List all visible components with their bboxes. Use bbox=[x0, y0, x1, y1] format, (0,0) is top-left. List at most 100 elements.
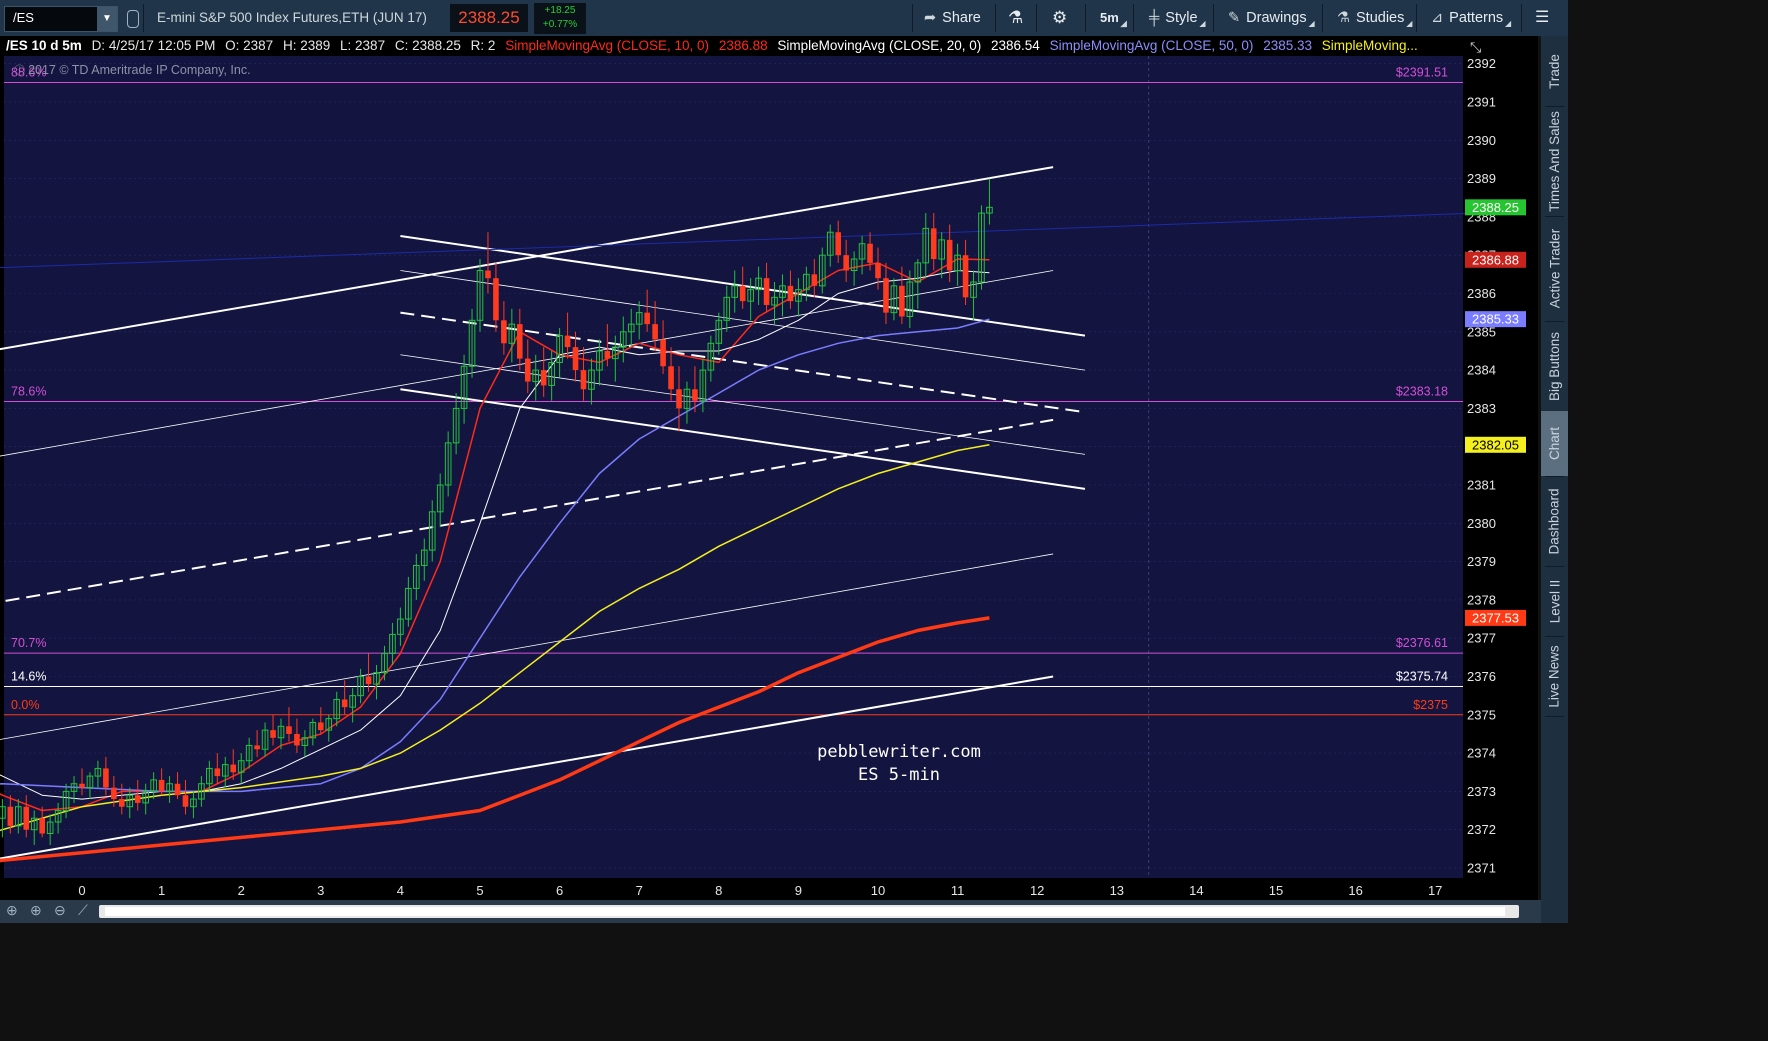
price-badge-label: 2382.05 bbox=[1472, 437, 1519, 452]
y-tick-label: 2376 bbox=[1467, 669, 1496, 684]
zoom-in-icon[interactable]: ⊕ bbox=[30, 902, 42, 919]
x-tick-label: 15 bbox=[1269, 883, 1283, 898]
y-tick-label: 2377 bbox=[1467, 631, 1496, 646]
change-absolute: +18.25 bbox=[544, 5, 576, 16]
patterns-button[interactable]: ⊿ Patterns ◢ bbox=[1431, 0, 1511, 36]
drawings-button[interactable]: ✎ Drawings ◢ bbox=[1228, 0, 1315, 36]
time-scrollbar[interactable] bbox=[99, 905, 1519, 918]
share-icon: ➦ bbox=[924, 10, 937, 26]
zoom-out-icon[interactable]: ⊖ bbox=[54, 902, 66, 919]
copyright-icon: ⓘ bbox=[14, 64, 28, 77]
symbol-input[interactable]: /ES ▼ bbox=[4, 6, 118, 32]
x-tick-label: 16 bbox=[1348, 883, 1362, 898]
x-tick-label: 1 bbox=[158, 883, 165, 898]
change-percent: +0.77% bbox=[542, 19, 578, 30]
timeframe-button[interactable]: 5m ◢ bbox=[1100, 0, 1127, 36]
tab-divider bbox=[1545, 716, 1564, 717]
right-tab-bar: Trade Times And Sales Active Trader Big But… bbox=[1541, 36, 1568, 923]
candle-body bbox=[660, 339, 666, 367]
gear-icon[interactable]: ⚙ bbox=[1052, 0, 1067, 36]
candle-body bbox=[843, 255, 849, 271]
y-tick-label: 2386 bbox=[1467, 286, 1496, 301]
price-chart[interactable]: 88.6% $2391.5178.6% $2383.1870.7% $2376.611… bbox=[0, 36, 1538, 901]
x-tick-label: 0 bbox=[78, 883, 85, 898]
candle-body bbox=[23, 806, 30, 830]
bar-open: O: 2387 bbox=[225, 38, 274, 53]
candle-body bbox=[270, 730, 276, 738]
sma20-value: 2386.54 bbox=[991, 38, 1040, 53]
study-info-bar: /ES 10 d 5m D: 4/25/17 12:05 PM O: 2387 … bbox=[0, 36, 1463, 56]
collapse-icon[interactable]: ⤡ bbox=[1470, 39, 1481, 55]
y-tick-label: 2373 bbox=[1467, 784, 1496, 799]
tab-trade[interactable]: Trade bbox=[1541, 36, 1568, 106]
copyright-text: ⓘ 2017 © TD Ameritrade IP Company, Inc. bbox=[14, 63, 251, 77]
tab-dashboard[interactable]: Dashboard bbox=[1541, 476, 1568, 566]
fib-level-pct: 70.7% bbox=[11, 636, 46, 650]
tab-label: Times And Sales bbox=[1547, 110, 1563, 212]
price-change: +18.25 +0.77% bbox=[534, 3, 586, 34]
instrument-description: E-mini S&P 500 Index Futures,ETH (JUN 17… bbox=[157, 10, 427, 25]
y-tick-label: 2380 bbox=[1467, 516, 1496, 531]
fib-level-price: $2375 bbox=[1413, 698, 1448, 712]
patterns-icon: ⊿ bbox=[1431, 10, 1444, 26]
fib-level-price: $2376.61 bbox=[1396, 636, 1448, 650]
menu-icon[interactable]: ☰ bbox=[1535, 0, 1549, 36]
x-tick-label: 4 bbox=[397, 883, 404, 898]
draw-line-icon[interactable]: ⟋ bbox=[78, 902, 88, 919]
candle-body bbox=[604, 350, 611, 359]
candle-body bbox=[294, 733, 300, 746]
fib-level-price: $2391.51 bbox=[1396, 65, 1448, 79]
sma-more-label[interactable]: SimpleMoving... bbox=[1322, 38, 1418, 53]
tab-label: Trade bbox=[1547, 53, 1563, 89]
divider bbox=[143, 4, 144, 32]
tab-label: Dashboard bbox=[1547, 487, 1563, 555]
sma20-label[interactable]: SimpleMovingAvg (CLOSE, 20, 0) bbox=[777, 38, 981, 53]
candle-body bbox=[580, 370, 587, 390]
tab-times-and-sales[interactable]: Times And Sales bbox=[1541, 106, 1568, 216]
scroll-thumb[interactable] bbox=[105, 907, 1505, 916]
x-tick-label: 14 bbox=[1189, 883, 1203, 898]
symbol-dropdown-icon[interactable]: ▼ bbox=[97, 7, 117, 31]
divider bbox=[1521, 4, 1522, 32]
tab-active-trader[interactable]: Active Trader bbox=[1541, 216, 1568, 321]
fib-level-price: $2383.18 bbox=[1396, 385, 1448, 399]
share-label: Share bbox=[942, 10, 981, 26]
crosshair-icon[interactable]: ⊕ bbox=[6, 902, 18, 919]
timeframe-label: 5m bbox=[1100, 10, 1119, 25]
candle-body bbox=[763, 278, 770, 305]
copyright-label: 2017 © TD Ameritrade IP Company, Inc. bbox=[28, 63, 251, 77]
fib-level-pct: 0.0% bbox=[11, 698, 40, 712]
tab-label: Level II bbox=[1547, 579, 1562, 623]
plot-area bbox=[4, 56, 1463, 878]
studies-button[interactable]: ⚗ Studies ◢ bbox=[1337, 0, 1412, 36]
x-tick-label: 6 bbox=[556, 883, 563, 898]
tab-big-buttons[interactable]: Big Buttons bbox=[1541, 321, 1568, 411]
x-tick-label: 17 bbox=[1428, 883, 1442, 898]
x-tick-label: 12 bbox=[1030, 883, 1044, 898]
x-tick-label: 11 bbox=[951, 883, 965, 898]
candle-body bbox=[493, 278, 499, 321]
candle-body bbox=[365, 676, 372, 685]
tab-level-ii[interactable]: Level II bbox=[1541, 566, 1568, 636]
candle-body bbox=[158, 779, 165, 792]
candle-body bbox=[676, 389, 682, 409]
y-tick-label: 2371 bbox=[1467, 861, 1496, 876]
tab-live-news[interactable]: Live News bbox=[1541, 636, 1568, 716]
flask-icon[interactable]: ⚗ bbox=[1008, 0, 1023, 36]
sma50-label[interactable]: SimpleMovingAvg (CLOSE, 50, 0) bbox=[1050, 38, 1254, 53]
y-tick-label: 2391 bbox=[1467, 95, 1496, 110]
link-icon[interactable] bbox=[127, 10, 139, 28]
share-button[interactable]: ➦ Share bbox=[924, 0, 981, 36]
y-tick-label: 2392 bbox=[1467, 56, 1496, 71]
candle-body bbox=[811, 274, 818, 286]
x-tick-label: 5 bbox=[476, 883, 483, 898]
candle-body bbox=[572, 347, 579, 371]
fib-level-pct: 78.6% bbox=[11, 385, 46, 399]
candle-body bbox=[103, 768, 109, 788]
tab-chart[interactable]: Chart bbox=[1541, 411, 1568, 476]
y-tick-label: 2384 bbox=[1467, 363, 1496, 378]
style-button[interactable]: ╪ Style ◢ bbox=[1149, 0, 1206, 36]
candle-body bbox=[214, 768, 221, 777]
sma10-value: 2386.88 bbox=[718, 38, 768, 53]
sma10-label[interactable]: SimpleMovingAvg (CLOSE, 10, 0) bbox=[505, 38, 709, 53]
